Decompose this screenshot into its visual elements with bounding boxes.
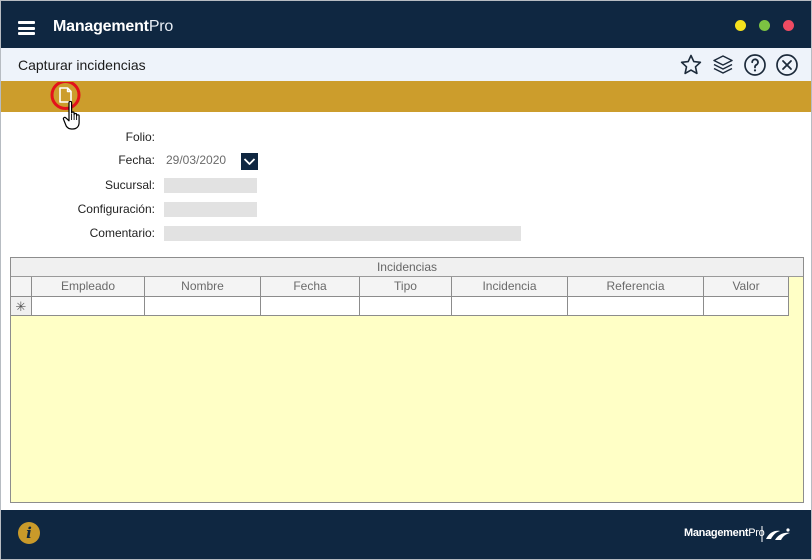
column-header-tipo[interactable]: Tipo — [360, 277, 452, 297]
fecha-label: Fecha: — [118, 153, 155, 167]
incidencias-grid[interactable]: Incidencias Empleado Nombre Fecha Tipo I… — [10, 257, 804, 503]
star-icon[interactable] — [679, 53, 703, 77]
sucursal-input[interactable] — [164, 178, 257, 193]
configuracion-label: Configuración: — [77, 202, 155, 216]
configuracion-input[interactable] — [164, 202, 257, 217]
cell-referencia[interactable] — [568, 297, 704, 316]
column-header-referencia[interactable]: Referencia — [568, 277, 704, 297]
cell-empleado[interactable] — [32, 297, 145, 316]
layers-icon[interactable] — [711, 53, 735, 77]
folio-input[interactable] — [164, 130, 257, 145]
help-icon[interactable] — [743, 53, 767, 77]
column-header-empleado[interactable]: Empleado — [32, 277, 145, 297]
cell-tipo[interactable] — [360, 297, 452, 316]
comentario-label: Comentario: — [89, 226, 155, 240]
column-header-valor[interactable]: Valor — [704, 277, 789, 297]
brand-logo-icon — [761, 526, 790, 542]
maximize-button[interactable] — [759, 20, 770, 31]
menu-icon[interactable] — [18, 21, 35, 35]
row-header-corner — [11, 277, 32, 297]
app-title-light: Pro — [148, 18, 174, 35]
close-window-button[interactable] — [783, 20, 794, 31]
sucursal-label: Sucursal: — [104, 178, 155, 192]
footer-brand: ManagementPro — [684, 527, 765, 539]
minimize-button[interactable] — [735, 20, 746, 31]
info-button[interactable]: i — [18, 522, 40, 544]
page-title: Capturar incidencias — [18, 57, 146, 73]
folio-label: Folio: — [125, 130, 155, 144]
page-header: Capturar incidencias — [1, 48, 811, 81]
cell-valor[interactable] — [704, 297, 789, 316]
fecha-value[interactable]: 29/03/2020 — [166, 153, 226, 167]
new-document-icon — [59, 87, 72, 103]
cell-incidencia[interactable] — [452, 297, 568, 316]
column-header-fecha[interactable]: Fecha — [261, 277, 360, 297]
footer-brand-bold: Management — [684, 527, 749, 539]
app-title: ManagementPro — [53, 18, 173, 36]
cell-fecha[interactable] — [261, 297, 360, 316]
title-bar: ManagementPro — [1, 1, 811, 48]
app-window: ManagementPro Capturar incidencias Folio… — [0, 0, 812, 560]
chevron-down-icon — [243, 158, 256, 165]
new-row-marker[interactable]: ✳ — [11, 297, 32, 316]
comentario-input[interactable] — [164, 226, 521, 241]
column-header-incidencia[interactable]: Incidencia — [452, 277, 568, 297]
column-header-nombre[interactable]: Nombre — [145, 277, 261, 297]
grid-caption: Incidencias — [11, 258, 803, 277]
footer-bar: i ManagementPro — [1, 510, 811, 559]
date-dropdown-button[interactable] — [241, 153, 258, 170]
cell-nombre[interactable] — [145, 297, 261, 316]
new-document-button[interactable] — [49, 82, 82, 115]
close-circle-icon[interactable] — [775, 53, 799, 77]
app-title-bold: Management — [53, 18, 149, 35]
action-toolbar — [1, 81, 811, 112]
